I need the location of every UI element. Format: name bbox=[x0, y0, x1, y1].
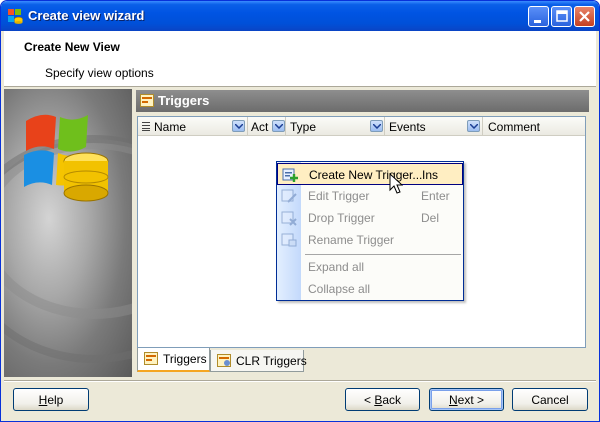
next-button[interactable]: Next > bbox=[429, 388, 504, 411]
column-dropdown[interactable] bbox=[467, 120, 480, 132]
triggers-grid[interactable]: Name Act Type Events Comment Create New … bbox=[137, 116, 586, 348]
minimize-button[interactable] bbox=[528, 6, 549, 27]
column-label: Comment bbox=[488, 120, 541, 134]
menu-item-label: Create New Trigger... bbox=[309, 168, 423, 182]
maximize-icon bbox=[556, 10, 568, 22]
windows-database-logo-icon bbox=[4, 114, 132, 363]
back-button[interactable]: < Back bbox=[345, 388, 420, 411]
wizard-window: Create view wizard Create New View Speci… bbox=[0, 0, 600, 422]
wizard-header: Create New View Specify view options bbox=[4, 31, 596, 87]
drop-trigger-icon bbox=[281, 211, 297, 226]
rename-trigger-icon bbox=[281, 233, 297, 247]
clr-trigger-icon bbox=[217, 354, 231, 367]
page-title: Create New View bbox=[24, 40, 120, 54]
panel-tabs: Triggers CLR Triggers bbox=[136, 348, 589, 374]
close-icon bbox=[579, 11, 590, 22]
column-dropdown[interactable] bbox=[370, 120, 383, 132]
windows-db-icon bbox=[8, 9, 23, 24]
mouse-cursor-icon bbox=[389, 173, 403, 194]
trigger-icon bbox=[144, 352, 158, 365]
menu-item-edit-trigger[interactable]: Edit Trigger Enter bbox=[277, 185, 463, 207]
menu-item-label: Rename Trigger bbox=[308, 233, 395, 247]
column-label: Events bbox=[389, 120, 426, 134]
chevron-down-icon bbox=[235, 124, 243, 129]
grid-header: Name Act Type Events Comment bbox=[138, 117, 585, 136]
menu-item-collapse-all[interactable]: Collapse all bbox=[277, 278, 463, 300]
column-label: Act bbox=[251, 120, 269, 134]
menu-item-label: Edit Trigger bbox=[308, 189, 370, 203]
triggers-panel: Triggers Name Act Type Events Comment Cr… bbox=[136, 90, 589, 378]
menu-item-rename-trigger[interactable]: Rename Trigger bbox=[277, 229, 463, 251]
column-label: Name bbox=[154, 120, 187, 134]
menu-item-expand-all[interactable]: Expand all bbox=[277, 256, 463, 278]
menu-item-shortcut: Del bbox=[421, 211, 440, 225]
help-button[interactable]: Help bbox=[13, 388, 89, 411]
tab-label: Triggers bbox=[163, 352, 207, 366]
maximize-button[interactable] bbox=[551, 6, 572, 27]
cancel-button[interactable]: Cancel bbox=[512, 388, 588, 411]
column-dropdown[interactable] bbox=[232, 120, 245, 132]
menu-item-shortcut: Ins bbox=[422, 168, 439, 182]
menu-item-label: Expand all bbox=[308, 260, 365, 274]
column-header-events[interactable]: Events bbox=[385, 117, 483, 136]
column-chooser-icon[interactable] bbox=[142, 122, 150, 131]
chevron-down-icon bbox=[275, 124, 283, 129]
menu-item-label: Collapse all bbox=[308, 282, 371, 296]
menu-item-drop-trigger[interactable]: Drop Trigger Del bbox=[277, 207, 463, 229]
chevron-down-icon bbox=[373, 124, 381, 129]
panel-title: Triggers bbox=[158, 93, 210, 108]
wizard-side-graphic bbox=[4, 89, 132, 377]
column-dropdown[interactable] bbox=[272, 120, 285, 132]
column-header-type[interactable]: Type bbox=[286, 117, 385, 136]
column-header-act[interactable]: Act bbox=[248, 117, 286, 136]
tab-clr-triggers[interactable]: CLR Triggers bbox=[210, 350, 307, 372]
edit-trigger-icon bbox=[281, 189, 297, 203]
menu-item-create-trigger[interactable]: Create New Trigger... Ins bbox=[277, 163, 463, 185]
footer-divider bbox=[4, 380, 596, 382]
context-menu: Create New Trigger... Ins Edit Trigger E… bbox=[276, 161, 464, 301]
menu-item-label: Drop Trigger bbox=[308, 211, 375, 225]
minimize-icon bbox=[534, 20, 541, 23]
close-button[interactable] bbox=[574, 6, 595, 27]
chevron-down-icon bbox=[470, 124, 478, 129]
column-header-name[interactable]: Name bbox=[138, 117, 248, 136]
menu-separator bbox=[305, 254, 461, 255]
page-subtitle: Specify view options bbox=[45, 66, 154, 80]
title-bar[interactable]: Create view wizard bbox=[1, 1, 599, 31]
window-title: Create view wizard bbox=[28, 8, 145, 23]
new-trigger-icon bbox=[282, 168, 298, 182]
column-label: Type bbox=[290, 120, 317, 134]
menu-item-shortcut: Enter bbox=[421, 189, 450, 203]
column-header-comment[interactable]: Comment bbox=[483, 117, 585, 136]
tab-label: CLR Triggers bbox=[236, 354, 307, 368]
trigger-icon bbox=[140, 94, 154, 107]
panel-header: Triggers bbox=[136, 90, 589, 112]
tab-triggers[interactable]: Triggers bbox=[137, 348, 210, 372]
